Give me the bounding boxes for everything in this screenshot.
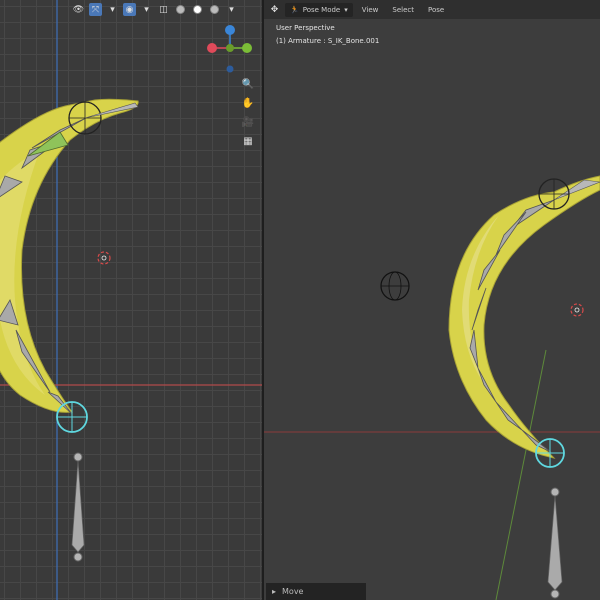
- view-name-label: User Perspective: [276, 24, 335, 32]
- 3d-cursor: [97, 251, 111, 265]
- pan-hand-icon[interactable]: ✋: [240, 95, 256, 111]
- menu-pose[interactable]: Pose: [423, 3, 449, 17]
- pole-bone: [71, 452, 85, 562]
- operator-label: Move: [282, 587, 304, 596]
- editor-type-icon[interactable]: ✥: [268, 3, 281, 16]
- pole-bone: [547, 487, 563, 599]
- chevron-down-icon: ▾: [344, 5, 348, 14]
- expand-arrow-icon: ▸: [272, 587, 277, 596]
- y-axis-gizmo: [242, 43, 252, 53]
- zoom-icon[interactable]: 🔍: [240, 76, 256, 92]
- left-viewport[interactable]: 👁 ⤧ ▾ ◉ ▾ ◫ ▾ 🔍 ✋ 🎥 ▦: [0, 0, 262, 600]
- 3d-cursor: [570, 303, 584, 317]
- menu-select[interactable]: Select: [387, 3, 419, 17]
- pose-mode-icon: 🏃: [290, 5, 299, 14]
- operator-panel[interactable]: ▸ Move: [266, 583, 366, 600]
- z-axis-gizmo: [225, 25, 235, 35]
- menu-view[interactable]: View: [357, 3, 384, 17]
- right-viewport[interactable]: ✥ 🏃 Pose Mode ▾ View Select Pose: [264, 0, 600, 600]
- y-axis-line: [495, 349, 547, 600]
- grid-icon[interactable]: ▦: [240, 133, 256, 149]
- active-object-label: (1) Armature : S_IK_Bone.001: [276, 37, 380, 45]
- left-viewport-canvas: [0, 0, 262, 600]
- right-header: ✥ 🏃 Pose Mode ▾ View Select Pose: [264, 0, 600, 19]
- navigation-gizmo[interactable]: [0, 0, 262, 90]
- mode-label: Pose Mode: [302, 5, 341, 14]
- right-viewport-canvas: [264, 175, 600, 600]
- mode-selector[interactable]: 🏃 Pose Mode ▾: [285, 2, 353, 17]
- camera-icon[interactable]: 🎥: [240, 114, 256, 130]
- x-axis-gizmo: [207, 43, 217, 53]
